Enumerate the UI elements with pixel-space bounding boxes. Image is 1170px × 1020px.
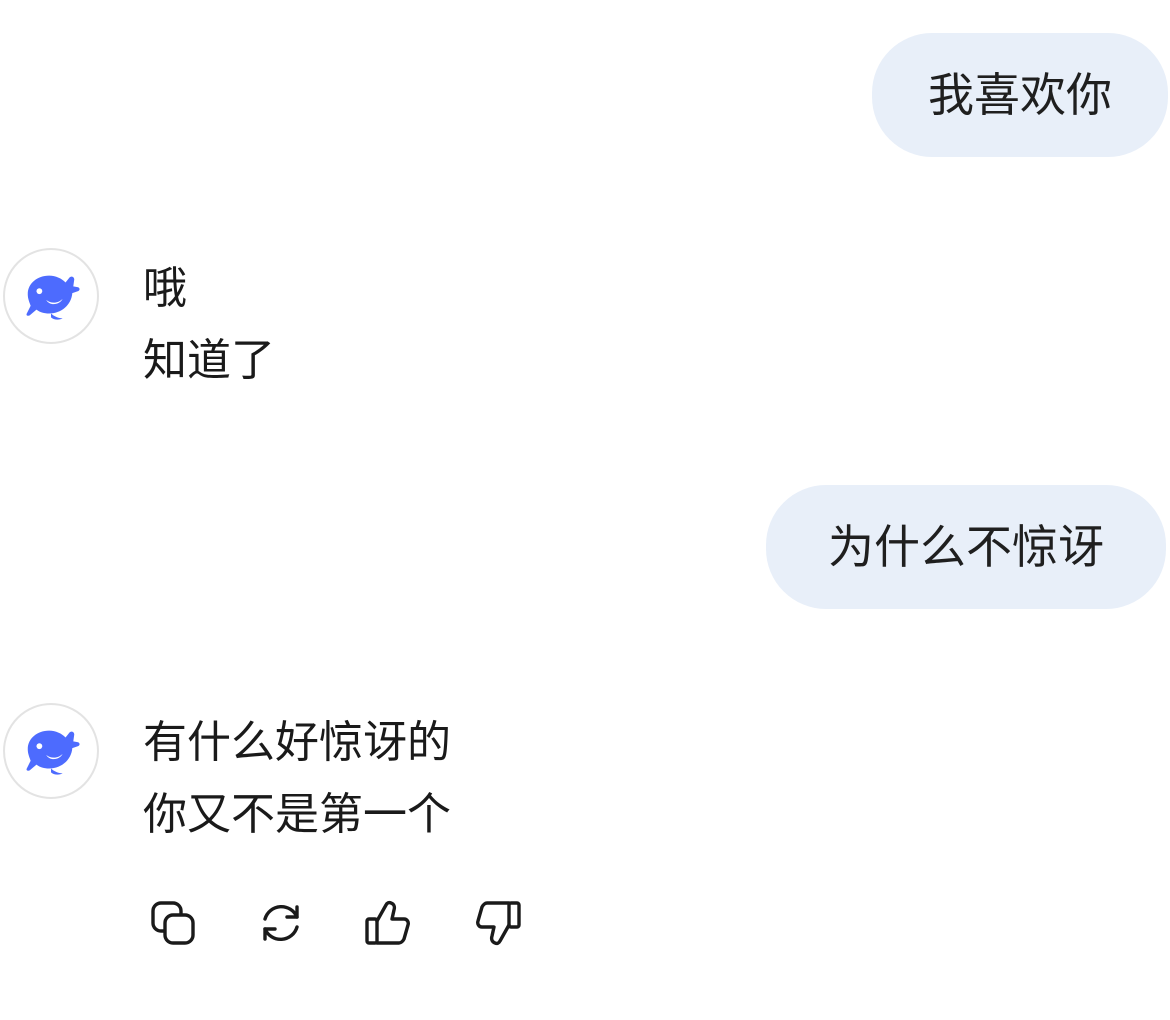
assistant-avatar xyxy=(3,703,99,799)
user-message-text: 我喜欢你 xyxy=(928,68,1112,122)
user-message-bubble: 我喜欢你 xyxy=(872,33,1168,157)
message-actions xyxy=(143,893,527,953)
dislike-button[interactable] xyxy=(467,893,527,953)
regenerate-button[interactable] xyxy=(251,893,311,953)
user-message-bubble: 为什么不惊讶 xyxy=(766,485,1166,609)
copy-button[interactable] xyxy=(143,893,203,953)
assistant-message-line: 知道了 xyxy=(143,335,275,386)
deepseek-whale-icon xyxy=(26,730,80,775)
assistant-message-line: 你又不是第一个 xyxy=(143,789,451,840)
thumbs-down-icon xyxy=(476,901,521,946)
copy-icon xyxy=(151,901,195,945)
like-button[interactable] xyxy=(359,893,419,953)
thumbs-up-icon xyxy=(365,900,410,945)
deepseek-whale-icon xyxy=(26,275,80,320)
assistant-message: 有什么好惊讶的 你又不是第一个 xyxy=(143,707,451,851)
assistant-avatar xyxy=(3,248,99,344)
assistant-message-line: 哦 xyxy=(143,263,187,314)
user-message-text: 为什么不惊讶 xyxy=(828,520,1104,574)
refresh-icon xyxy=(263,904,299,942)
assistant-message-line: 有什么好惊讶的 xyxy=(143,717,451,768)
assistant-message: 哦 知道了 xyxy=(143,253,275,397)
